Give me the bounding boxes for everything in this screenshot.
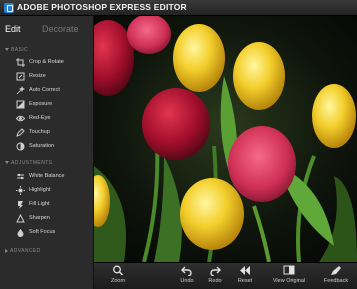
tool-label: Crop & Rotate: [29, 59, 64, 65]
chevron-down-icon: [5, 48, 9, 52]
tool-label: Sharpen: [29, 215, 50, 221]
reset-label: Reset: [237, 278, 253, 284]
view-original-label: View Original: [272, 278, 306, 284]
tab-edit[interactable]: Edit: [5, 24, 21, 34]
redo-icon: [210, 266, 221, 276]
tools-sidebar: Edit Decorate BASIC Crop & Rotate Resize…: [0, 16, 94, 289]
soft-focus-icon: [17, 229, 24, 237]
tool-saturation[interactable]: Saturation: [0, 140, 93, 153]
redo-button[interactable]: Redo: [206, 265, 224, 284]
tool-sharpen[interactable]: Sharpen: [0, 212, 93, 225]
white-balance-icon: [17, 173, 24, 180]
tool-label: Touchup: [29, 129, 50, 135]
tool-label: Soft Focus: [29, 229, 56, 235]
section-basic-label: BASIC: [11, 47, 29, 53]
tool-soft-focus[interactable]: Soft Focus: [0, 226, 93, 239]
chevron-right-icon: [5, 248, 8, 253]
feedback-label: Feedback: [323, 278, 349, 284]
tool-label: Auto Correct: [29, 87, 60, 93]
title-bar: ADOBE PHOTOSHOP EXPRESS EDITOR: [0, 0, 357, 16]
tool-label: Fill Light: [29, 201, 50, 207]
photoshop-logo-icon: [4, 3, 14, 13]
section-adjustments-label: ADJUSTMENTS: [11, 160, 53, 166]
tool-touchup[interactable]: Touchup: [0, 126, 93, 139]
tool-white-balance[interactable]: White Balance: [0, 170, 93, 183]
tool-red-eye[interactable]: Red-Eye: [0, 112, 93, 125]
tool-resize[interactable]: Resize: [0, 70, 93, 83]
highlight-icon: [16, 186, 25, 195]
undo-icon: [181, 266, 192, 276]
tool-label: Resize: [29, 73, 46, 79]
touchup-icon: [16, 128, 25, 137]
zoom-label: Zoom: [110, 278, 126, 284]
photo-canvas[interactable]: [94, 16, 357, 262]
section-advanced[interactable]: ADVANCED: [5, 248, 41, 254]
sharpen-icon: [16, 214, 25, 223]
tool-label: White Balance: [29, 173, 65, 179]
feedback-button[interactable]: Feedback: [321, 265, 351, 284]
eye-icon: [16, 115, 25, 122]
crop-icon: [16, 58, 25, 67]
chevron-down-icon: [5, 161, 9, 165]
app-title: ADOBE PHOTOSHOP EXPRESS EDITOR: [17, 2, 187, 12]
bottom-toolbar: Zoom Undo Redo Reset View Original Feedb…: [94, 262, 357, 289]
mode-tabs: Edit Decorate: [0, 16, 94, 42]
section-basic[interactable]: BASIC: [5, 47, 28, 53]
tool-label: Highlight: [29, 187, 51, 193]
saturation-icon: [16, 142, 25, 151]
reset-icon: [240, 266, 250, 275]
tool-auto-correct[interactable]: Auto Correct: [0, 84, 93, 97]
section-adjustments[interactable]: ADJUSTMENTS: [5, 160, 52, 166]
reset-button[interactable]: Reset: [235, 265, 255, 284]
resize-icon: [16, 72, 25, 81]
tool-fill-light[interactable]: Fill Light: [0, 198, 93, 211]
zoom-button[interactable]: Zoom: [108, 265, 128, 284]
exposure-icon: [16, 100, 25, 109]
tab-decorate[interactable]: Decorate: [42, 24, 79, 34]
view-original-button[interactable]: View Original: [270, 265, 308, 284]
compare-icon: [283, 265, 295, 275]
tool-label: Exposure: [29, 101, 53, 107]
redo-label: Redo: [208, 278, 222, 284]
section-advanced-label: ADVANCED: [10, 248, 41, 254]
tool-highlight[interactable]: Highlight: [0, 184, 93, 197]
zoom-icon: [113, 265, 124, 276]
fill-light-icon: [18, 201, 23, 209]
auto-correct-icon: [16, 86, 25, 95]
tool-exposure[interactable]: Exposure: [0, 98, 93, 111]
tool-crop-rotate[interactable]: Crop & Rotate: [0, 56, 93, 69]
undo-label: Undo: [180, 278, 194, 284]
undo-button[interactable]: Undo: [178, 265, 196, 284]
tulips-photo: [94, 16, 357, 262]
tool-label: Saturation: [29, 143, 55, 149]
tool-label: Red-Eye: [29, 115, 51, 121]
feedback-icon: [331, 266, 341, 275]
